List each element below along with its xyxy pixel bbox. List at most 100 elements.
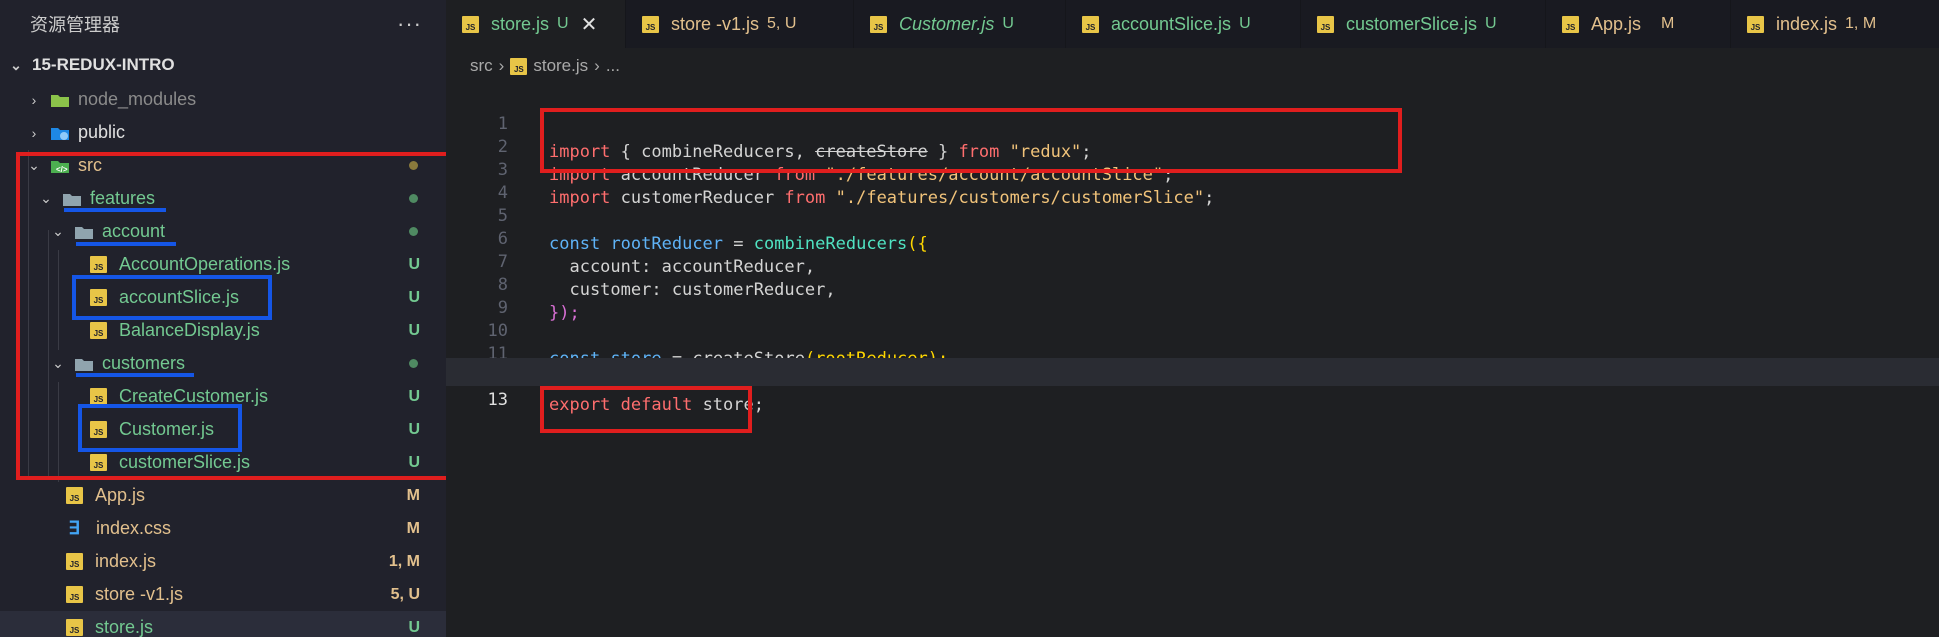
tree-file-customer[interactable]: JS Customer.js U: [0, 413, 446, 446]
js-file-icon: JS: [510, 57, 528, 75]
status-badge: U: [408, 420, 420, 438]
folder-open-icon: [74, 356, 94, 372]
breadcrumb-folder[interactable]: src: [470, 56, 493, 76]
tree-folder-public[interactable]: › public: [0, 116, 446, 149]
status-badge: U: [408, 453, 420, 471]
tree-file-index-js[interactable]: JS index.js 1, M: [0, 545, 446, 578]
tree-file-store[interactable]: JS store.js U: [0, 611, 446, 637]
more-actions-button[interactable]: ···: [397, 11, 422, 37]
svg-text:</>: </>: [56, 165, 68, 174]
tree-label: src: [78, 155, 102, 175]
tab-customer[interactable]: JS Customer.js U: [854, 0, 1066, 48]
tree-label: customerSlice.js: [119, 452, 251, 472]
status-badge: U: [408, 321, 420, 339]
tree-label: account: [102, 221, 166, 241]
tree-label: CreateCustomer.js: [119, 386, 269, 406]
tab-status: U: [1002, 15, 1014, 32]
code-line-current: 13: [446, 358, 1939, 410]
tab-label: Customer.js: [899, 13, 995, 34]
breadcrumb-more[interactable]: ...: [606, 56, 620, 76]
tree-file-accountoperations[interactable]: JS AccountOperations.js U: [0, 248, 446, 281]
chevron-right-icon: ›: [498, 56, 505, 75]
editor-area: JS store.js U ✕ JS store -v1.js 5, U JS …: [446, 0, 1939, 637]
project-root[interactable]: ⌄ 15-REDUX-INTRO: [0, 50, 446, 80]
tab-status: U: [557, 15, 569, 32]
tree-label: node_modules: [78, 89, 197, 109]
tab-status: 1, M: [1845, 15, 1877, 32]
status-badge: M: [406, 486, 420, 504]
chevron-right-icon: ›: [31, 91, 37, 108]
tab-label: store -v1.js: [671, 13, 760, 34]
tree-label: index.js: [95, 551, 157, 571]
tree-label: Customer.js: [119, 419, 215, 439]
tree-folder-customers[interactable]: ⌄ customers: [0, 347, 446, 380]
js-file-icon: JS: [66, 586, 83, 603]
tree-label: index.css: [96, 518, 172, 538]
tree-file-createcustomer[interactable]: JS CreateCustomer.js U: [0, 380, 446, 413]
tab-label: customerSlice.js: [1346, 13, 1478, 34]
tab-label: App.js: [1591, 13, 1642, 34]
chevron-right-icon: ›: [594, 56, 600, 75]
js-file-icon: JS: [90, 289, 107, 306]
modified-dot: [409, 161, 418, 170]
js-file-icon: JS: [462, 15, 479, 33]
tab-label: store.js: [491, 13, 550, 34]
chevron-down-icon: ⌄: [52, 223, 64, 239]
tab-status: U: [1485, 15, 1497, 32]
tree-file-store-v1[interactable]: JS store -v1.js 5, U: [0, 578, 446, 611]
js-file-icon: JS: [90, 256, 107, 273]
chevron-down-icon: ⌄: [10, 56, 22, 73]
untracked-dot: [409, 227, 418, 236]
folder-icon: [50, 125, 70, 141]
status-badge: U: [408, 387, 420, 405]
tree-label: accountSlice.js: [119, 287, 240, 307]
js-file-icon: JS: [642, 15, 659, 33]
tree-file-customerslice[interactable]: JS customerSlice.js U: [0, 446, 446, 479]
folder-open-icon: [74, 224, 94, 240]
js-file-icon: JS: [870, 15, 887, 33]
js-file-icon: JS: [90, 388, 107, 405]
tree-folder-src[interactable]: ⌄ </> src: [0, 149, 446, 182]
annotation-underline-features: [64, 208, 166, 212]
annotation-underline-account: [76, 242, 176, 246]
tab-label: accountSlice.js: [1111, 13, 1232, 34]
css-file-icon: ∃: [68, 518, 80, 538]
tree-folder-account[interactable]: ⌄ account: [0, 215, 446, 248]
js-file-icon: JS: [90, 421, 107, 438]
tree-file-app[interactable]: JS App.js M: [0, 479, 446, 512]
explorer-sidebar: 资源管理器 ··· ⌄ 15-REDUX-INTRO › node_module…: [0, 0, 446, 637]
tab-status: 5, U: [767, 15, 797, 32]
tree-label: App.js: [95, 485, 146, 505]
folder-icon: [50, 92, 70, 108]
tab-status: U: [1239, 15, 1251, 32]
tree-label: customers: [102, 353, 186, 373]
tree-file-index-css[interactable]: ∃ index.css M: [0, 512, 446, 545]
tab-store[interactable]: JS store.js U ✕: [446, 0, 626, 48]
breadcrumb-file[interactable]: store.js: [533, 56, 588, 76]
explorer-header: 资源管理器 ···: [0, 0, 446, 48]
folder-open-icon: </>: [50, 158, 70, 174]
tree-file-accountslice[interactable]: JS accountSlice.js U: [0, 281, 446, 314]
tree-label: store -v1.js: [95, 584, 184, 604]
untracked-dot: [409, 194, 418, 203]
project-name: 15-REDUX-INTRO: [32, 55, 175, 74]
tree-label: store.js: [95, 617, 154, 637]
folder-open-icon: [62, 191, 82, 207]
status-badge: 1, M: [388, 552, 420, 570]
tree-folder-node-modules[interactable]: › node_modules: [0, 83, 446, 116]
tree-label: BalanceDisplay.js: [119, 320, 260, 340]
tab-index[interactable]: JS index.js 1, M: [1731, 0, 1931, 48]
tab-customerslice[interactable]: JS customerSlice.js U: [1301, 0, 1546, 48]
tree-file-balancedisplay[interactable]: JS BalanceDisplay.js U: [0, 314, 446, 347]
js-file-icon: JS: [1317, 15, 1334, 33]
tab-app[interactable]: JS App.js M: [1546, 0, 1731, 48]
tab-accountslice[interactable]: JS accountSlice.js U: [1066, 0, 1301, 48]
tree-label: public: [78, 122, 126, 142]
chevron-down-icon: ⌄: [52, 355, 64, 371]
js-file-icon: JS: [66, 553, 83, 570]
close-icon[interactable]: ✕: [581, 12, 598, 37]
explorer-title: 资源管理器: [30, 15, 120, 35]
tab-store-v1[interactable]: JS store -v1.js 5, U: [626, 0, 854, 48]
js-file-icon: JS: [90, 322, 107, 339]
js-file-icon: JS: [1747, 15, 1764, 33]
